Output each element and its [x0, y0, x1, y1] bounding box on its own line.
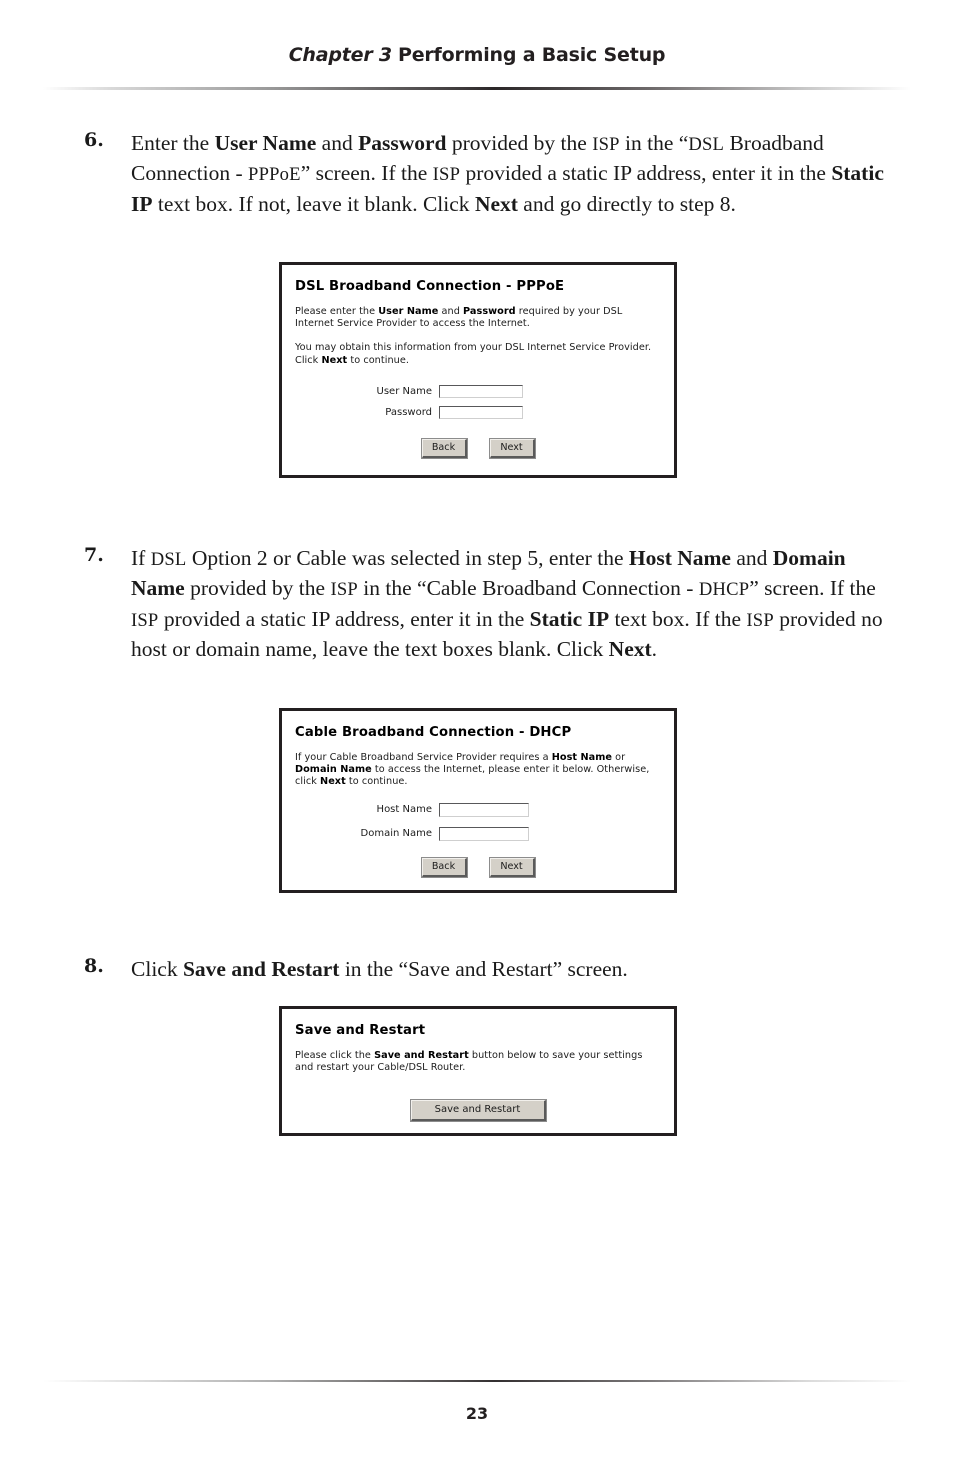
- footer-divider: [43, 1380, 911, 1382]
- step-text: If DSL Option 2 or Cable was selected in…: [131, 546, 883, 661]
- step-text: Click Save and Restart in the “Save and …: [131, 957, 628, 981]
- screen-paragraph-2: You may obtain this information from you…: [295, 342, 652, 366]
- button-row: Back Next: [282, 856, 674, 878]
- form-row-host-name: Host Name: [282, 802, 674, 817]
- form-fields: Host Name Domain Name: [282, 802, 674, 841]
- save-and-restart-button[interactable]: Save and Restart: [409, 1099, 547, 1123]
- screen-paragraph-1: Please click the Save and Restart button…: [295, 1050, 643, 1074]
- step-number: 7.: [84, 544, 104, 566]
- step-item-8: 8. Click Save and Restart in the “Save a…: [84, 955, 884, 984]
- next-button[interactable]: Next: [488, 856, 536, 878]
- host-name-label: Host Name: [376, 804, 432, 816]
- button-row: Back Next: [282, 437, 674, 459]
- user-name-label: User Name: [376, 385, 432, 397]
- back-button[interactable]: Back: [420, 856, 468, 878]
- screen-title: Save and Restart: [295, 1023, 426, 1038]
- host-name-input[interactable]: [439, 802, 529, 817]
- domain-name-label: Domain Name: [360, 828, 432, 840]
- password-label: Password: [385, 406, 432, 418]
- password-input[interactable]: [439, 405, 523, 419]
- step-text: Enter the User Name and Password provide…: [131, 131, 884, 216]
- screenshot-cable-dhcp: Cable Broadband Connection - DHCP If you…: [279, 708, 677, 893]
- user-name-input[interactable]: [439, 384, 523, 398]
- form-row-password: Password: [282, 405, 674, 419]
- button-row: Save and Restart: [282, 1099, 674, 1123]
- step-number: 6.: [84, 129, 104, 151]
- step-item-6: 6. Enter the User Name and Password prov…: [84, 129, 884, 219]
- screenshot-dsl-pppoe: DSL Broadband Connection - PPPoE Please …: [279, 262, 677, 478]
- screen-title: DSL Broadband Connection - PPPoE: [295, 279, 565, 294]
- back-button[interactable]: Back: [420, 437, 468, 459]
- screen-paragraph-1: If your Cable Broadband Service Provider…: [295, 752, 650, 788]
- form-row-user-name: User Name: [282, 384, 674, 398]
- next-button[interactable]: Next: [488, 437, 536, 459]
- header-divider: [43, 87, 911, 90]
- form-row-domain-name: Domain Name: [282, 826, 674, 841]
- step-item-7: 7. If DSL Option 2 or Cable was selected…: [84, 544, 884, 664]
- step-number: 8.: [84, 955, 104, 977]
- screen-title: Cable Broadband Connection - DHCP: [295, 725, 572, 740]
- chapter-label: Chapter 3: [288, 44, 392, 66]
- running-header: Chapter 3 Performing a Basic Setup: [0, 44, 954, 66]
- page-folio: 23: [465, 1404, 489, 1423]
- domain-name-input[interactable]: [439, 826, 529, 841]
- screen-paragraph-1: Please enter the User Name and Password …: [295, 306, 623, 330]
- page-title: Performing a Basic Setup: [397, 44, 666, 66]
- form-fields: User Name Password: [282, 384, 674, 419]
- screenshot-save-and-restart: Save and Restart Please click the Save a…: [279, 1006, 677, 1136]
